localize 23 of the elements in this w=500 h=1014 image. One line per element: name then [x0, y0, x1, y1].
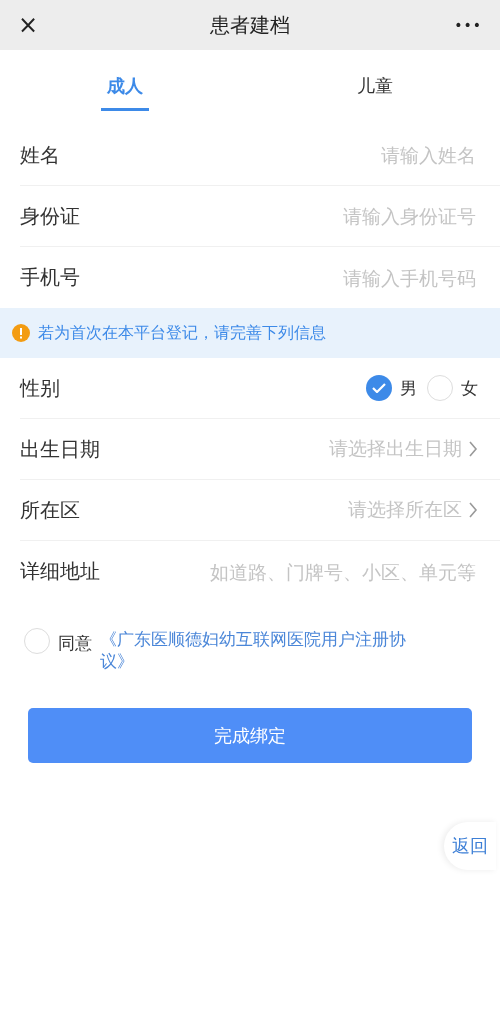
field-label: 身份证 — [20, 202, 80, 230]
field-label: 性别 — [20, 374, 60, 402]
tab[interactable]: 儿童 — [351, 74, 399, 111]
back-button[interactable]: 返回 — [444, 822, 496, 870]
close-button[interactable]: × — [18, 11, 58, 39]
field-label: 手机号 — [20, 264, 80, 291]
notice-text: 若为首次在本平台登记，请完善下列信息 — [38, 322, 326, 344]
radio-option[interactable]: 男 — [366, 375, 417, 401]
info-icon — [12, 324, 30, 342]
field-label: 所在区 — [20, 496, 80, 524]
submit-button[interactable]: 完成绑定 — [28, 708, 472, 764]
agreement-link[interactable]: 《广东医顺德妇幼互联网医院用户注册协议》 — [100, 628, 420, 673]
agree-checkbox[interactable] — [24, 628, 50, 654]
agree-label: 同意 — [58, 632, 92, 655]
field-label: 姓名 — [20, 141, 60, 169]
chevron-right-icon — [468, 440, 478, 458]
field-label: 出生日期 — [20, 435, 100, 463]
tab[interactable]: 成人 — [101, 74, 149, 111]
more-button[interactable]: ••• — [442, 17, 482, 33]
field-label: 详细地址 — [20, 558, 100, 585]
radio-option[interactable]: 女 — [427, 375, 478, 401]
page-title: 患者建档 — [210, 11, 290, 39]
chevron-right-icon — [468, 501, 478, 519]
